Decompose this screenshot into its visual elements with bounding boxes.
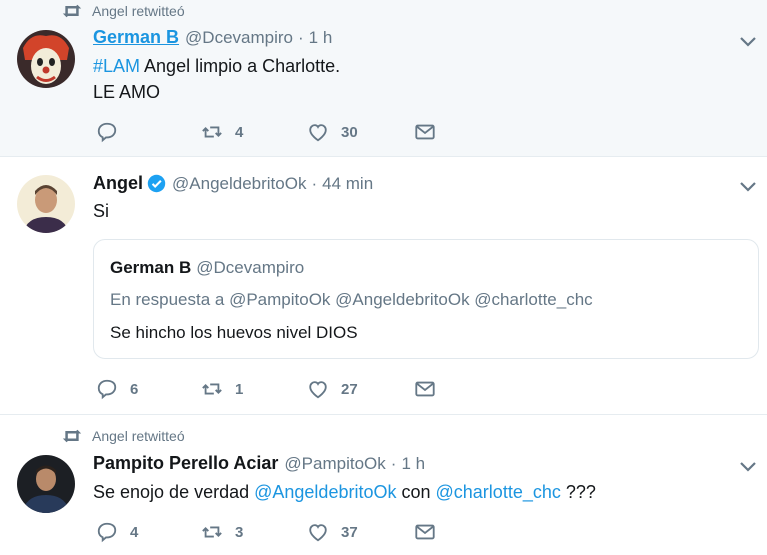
tweet-text: Si (93, 201, 110, 221)
timestamp[interactable]: 44 min (322, 174, 373, 194)
heart-icon (309, 381, 327, 399)
reply-icon (97, 379, 117, 400)
tweet-text-line2: LE AMO (93, 82, 161, 102)
separator-dot: · (311, 173, 318, 193)
person-avatar-icon (17, 455, 75, 513)
chevron-down-icon[interactable] (739, 461, 757, 473)
reply-icon (97, 522, 117, 543)
timestamp[interactable]: 1 h (309, 28, 333, 48)
tweet-pampito[interactable]: Angel retwitteó Pampito Perello Aciar @P… (0, 415, 767, 555)
envelope-icon (415, 124, 435, 140)
retweet-button[interactable]: 1 (201, 378, 243, 400)
retweet-icon (202, 526, 222, 538)
avatar[interactable] (17, 455, 75, 513)
chevron-down-icon[interactable] (739, 181, 757, 193)
avatar[interactable] (17, 175, 75, 233)
like-count: 30 (341, 123, 358, 141)
avatar[interactable] (17, 30, 75, 88)
retweet-icon (62, 4, 82, 18)
person-avatar-icon (17, 175, 75, 233)
clown-avatar-icon (17, 30, 75, 88)
separator-dot: · (390, 453, 397, 473)
tweet-german-b[interactable]: Angel retwitteó German B @Dcevampiro · 1… (0, 0, 767, 157)
author-name[interactable]: Angel (93, 173, 143, 194)
hashtag-link[interactable]: #LAM (93, 56, 140, 76)
quoted-tweet-text: Se hincho los huevos nivel DIOS (110, 323, 358, 342)
tweet-text: Se enojo de verdad @AngeldebritoOk con @… (93, 482, 596, 502)
direct-message-button[interactable] (414, 521, 448, 543)
author-handle[interactable]: @AngeldebritoOk (172, 174, 306, 194)
retweet-count: 3 (235, 523, 244, 541)
author-name[interactable]: Pampito Perello Aciar (93, 453, 278, 474)
author-name[interactable]: German B (93, 27, 179, 48)
reply-count: 4 (130, 523, 139, 541)
author-handle[interactable]: @PampitoOk (284, 454, 385, 474)
reply-count: 6 (130, 380, 139, 398)
like-button[interactable]: 30 (307, 121, 358, 143)
direct-message-button[interactable] (414, 121, 448, 143)
heart-icon (309, 124, 327, 142)
retweet-label: Angel retwitteó (92, 3, 185, 19)
reply-button[interactable]: 4 (96, 521, 138, 543)
envelope-icon (415, 524, 435, 540)
mention-link[interactable]: @charlotte_chc (436, 482, 561, 502)
quoted-tweet[interactable]: German B @Dcevampiro En respuesta a @Pamp… (93, 239, 759, 359)
retweet-label: Angel retwitteó (92, 428, 185, 444)
retweet-context: Angel retwitteó (62, 3, 185, 19)
retweet-context: Angel retwitteó (62, 428, 185, 444)
separator-dot: · (297, 27, 304, 47)
retweet-count: 4 (235, 123, 244, 141)
timestamp[interactable]: 1 h (401, 454, 425, 474)
like-button[interactable]: 37 (307, 521, 358, 543)
retweet-icon (202, 126, 222, 138)
reply-button[interactable] (96, 121, 130, 143)
verified-badge-icon (147, 174, 166, 193)
tweet-angel[interactable]: Angel @AngeldebritoOk · 44 min Si German… (0, 157, 767, 415)
tweet-text: #LAM Angel limpio a Charlotte. (93, 56, 341, 76)
heart-icon (309, 524, 327, 542)
envelope-icon (415, 381, 435, 397)
direct-message-button[interactable] (414, 378, 448, 400)
retweet-icon (62, 429, 82, 443)
like-count: 37 (341, 523, 358, 541)
reply-icon (97, 122, 117, 143)
quoted-reply-context: En respuesta a @PampitoOk @AngeldebritoO… (110, 290, 593, 309)
like-button[interactable]: 27 (307, 378, 358, 400)
mention-link[interactable]: @AngeldebritoOk (254, 482, 396, 502)
like-count: 27 (341, 380, 358, 398)
retweet-button[interactable]: 4 (201, 121, 243, 143)
retweet-count: 1 (235, 380, 244, 398)
retweet-button[interactable]: 3 (201, 521, 243, 543)
quoted-author-name: German B (110, 258, 192, 277)
chevron-down-icon[interactable] (739, 36, 757, 48)
quoted-author-handle: @Dcevampiro (196, 258, 305, 277)
reply-button[interactable]: 6 (96, 378, 138, 400)
retweet-icon (202, 383, 222, 395)
author-handle[interactable]: @Dcevampiro (185, 28, 293, 48)
